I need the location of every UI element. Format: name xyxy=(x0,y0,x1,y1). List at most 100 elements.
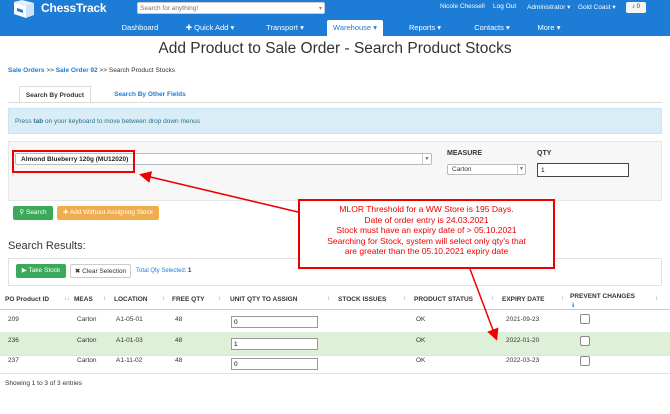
unit-qty-input[interactable] xyxy=(231,338,318,350)
product-highlight-box xyxy=(12,150,135,173)
nav-warehouse[interactable]: Warehouse ▾ xyxy=(327,20,383,36)
nav-reports[interactable]: Reports ▾ xyxy=(396,20,454,36)
col-location[interactable]: LOCATION xyxy=(114,296,147,303)
cell-expiry-date: 2022-03-23 xyxy=(506,357,540,364)
chevron-down-icon: ▾ xyxy=(567,4,571,11)
col-prevent-changes[interactable]: PREVENT CHANGES xyxy=(570,293,635,300)
col-po-product-id[interactable]: PO Product ID xyxy=(5,296,49,303)
annotation-line: Searching for Stock, system will select … xyxy=(327,235,526,246)
table-row[interactable] xyxy=(0,309,670,332)
chevron-down-icon: ▾ xyxy=(612,4,616,11)
play-icon: ▶ xyxy=(21,267,27,274)
tab-search-by-product[interactable]: Search By Product xyxy=(19,86,91,103)
cell-product-status: OK xyxy=(416,337,426,344)
breadcrumb-sale-orders[interactable]: Sale Orders xyxy=(8,67,45,74)
chevron-down-icon: ▾ xyxy=(437,23,442,32)
nav-transport-label: Transport xyxy=(266,23,298,32)
chevron-down-icon[interactable]: ▾ xyxy=(319,5,322,12)
tab-search-by-other-fields[interactable]: Search By Other Fields xyxy=(104,86,196,103)
nav-more[interactable]: More ▾ xyxy=(530,20,568,36)
plus-icon: ✚ xyxy=(62,209,69,216)
table-row[interactable] xyxy=(0,355,670,378)
role-label: Administrator xyxy=(527,4,566,11)
logout-link[interactable]: Log Out xyxy=(493,3,516,10)
nav-dashboard[interactable]: Dashboard xyxy=(112,20,168,36)
annotation-line: are greater than the 05.10.2021 expiry d… xyxy=(344,246,509,256)
unit-qty-input[interactable] xyxy=(231,316,318,328)
table-row[interactable] xyxy=(0,332,670,355)
breadcrumb-separator: >> xyxy=(46,67,54,74)
cell-meas: Carton xyxy=(77,357,97,364)
global-search-input[interactable] xyxy=(140,3,310,13)
sort-icon[interactable]: ↕ xyxy=(218,296,221,302)
prevent-changes-checkbox[interactable] xyxy=(580,356,590,366)
clear-selection-label: Clear Selection xyxy=(82,268,127,275)
add-without-assigning-button[interactable]: ✚ Add Without Assigning Stock xyxy=(57,206,159,220)
main-nav: Dashboard ✚ Quick Add ▾ Transport ▾ Ware… xyxy=(0,20,670,36)
cell-free-qty: 48 xyxy=(175,337,183,344)
col-meas[interactable]: MEAS xyxy=(74,296,93,303)
cell-location: A1-01-03 xyxy=(116,337,143,344)
nav-quick-add-label: Quick Add xyxy=(194,23,229,32)
tab-divider xyxy=(8,102,662,103)
sort-icon[interactable]: ↕ xyxy=(162,296,165,302)
nav-transport[interactable]: Transport ▾ xyxy=(254,20,316,36)
global-search[interactable]: ▾ xyxy=(137,2,325,14)
nav-quick-add[interactable]: ✚ Quick Add ▾ xyxy=(177,20,243,36)
plus-icon: ✚ xyxy=(185,23,193,32)
col-expiry-date[interactable]: EXPIRY DATE xyxy=(502,296,545,303)
col-product-status[interactable]: PRODUCT STATUS xyxy=(414,296,473,303)
info-icon[interactable]: ℹ xyxy=(572,302,574,309)
unit-qty-input[interactable] xyxy=(231,358,318,370)
annotation-line: Date of order entry is 24.03.2021 xyxy=(364,214,489,225)
cell-po-product-id: 237 xyxy=(8,357,19,364)
chevron-down-icon[interactable]: ▼ xyxy=(422,154,431,164)
sort-icon[interactable]: ↕ xyxy=(561,296,564,302)
col-free-qty[interactable]: FREE QTY xyxy=(172,296,205,303)
current-user[interactable]: Nicole Chessell xyxy=(440,3,485,10)
col-stock-issues[interactable]: STOCK ISSUES xyxy=(338,296,386,303)
search-button[interactable]: ⚲ Search xyxy=(13,206,53,220)
qty-label: QTY xyxy=(537,150,552,157)
cell-free-qty: 48 xyxy=(175,357,183,364)
notifications-button[interactable]: ♪ 0 xyxy=(626,2,646,13)
prevent-changes-checkbox[interactable] xyxy=(580,336,590,346)
sort-icon[interactable]: ↕ xyxy=(327,296,330,302)
breadcrumb-separator: >> xyxy=(99,67,108,74)
bell-icon: ♪ xyxy=(631,4,635,10)
sort-icon[interactable]: ↕ xyxy=(655,296,658,302)
search-icon: ⚲ xyxy=(19,209,25,216)
breadcrumb-sale-order-92[interactable]: Sale Order 92 xyxy=(56,67,98,74)
cell-meas: Carton xyxy=(77,316,97,323)
breadcrumb-current: Search Product Stocks xyxy=(108,67,175,74)
cell-meas: Carton xyxy=(77,337,97,344)
row-divider xyxy=(0,373,670,374)
measure-select[interactable]: Carton ▼ xyxy=(447,164,526,175)
sort-icon[interactable]: ↕ xyxy=(491,296,494,302)
chevron-down-icon: ▾ xyxy=(300,23,304,32)
sort-icon[interactable]: ↓↓ xyxy=(64,296,70,302)
nav-warehouse-label: Warehouse xyxy=(333,23,372,32)
role-menu[interactable]: Administrator ▾ xyxy=(527,3,570,11)
chevron-down-icon[interactable]: ▼ xyxy=(517,165,525,174)
location-menu[interactable]: Gold Coast ▾ xyxy=(578,3,616,11)
clear-selection-button[interactable]: ✖ Clear Selection xyxy=(70,264,131,278)
cell-po-product-id: 209 xyxy=(8,316,19,323)
qty-input[interactable] xyxy=(537,163,629,177)
notification-count: 0 xyxy=(636,4,640,10)
total-qty-selected: Total Qty Selected: 1 xyxy=(136,268,191,274)
location-label: Gold Coast xyxy=(578,4,611,11)
cell-product-status: OK xyxy=(416,357,426,364)
annotation-callout: MLOR Threshold for a WW Store is 195 Day… xyxy=(298,199,555,269)
info-suffix: on your keyboard to move between drop do… xyxy=(43,118,200,125)
info-alert: Press tab on your keyboard to move betwe… xyxy=(8,108,662,134)
prevent-changes-checkbox[interactable] xyxy=(580,314,590,324)
take-stock-button[interactable]: ▶ Take Stock xyxy=(16,264,66,278)
take-stock-label: Take Stock xyxy=(28,267,61,274)
sort-icon[interactable]: ↕ xyxy=(103,296,106,302)
brand-name[interactable]: ChessTrack xyxy=(41,1,107,15)
nav-contacts[interactable]: Contacts ▾ xyxy=(461,20,523,36)
sort-icon[interactable]: ↕ xyxy=(403,296,406,302)
col-unit-qty-to-assign[interactable]: UNIT QTY TO ASSIGN xyxy=(230,296,297,303)
chevron-down-icon: ▾ xyxy=(230,23,235,32)
